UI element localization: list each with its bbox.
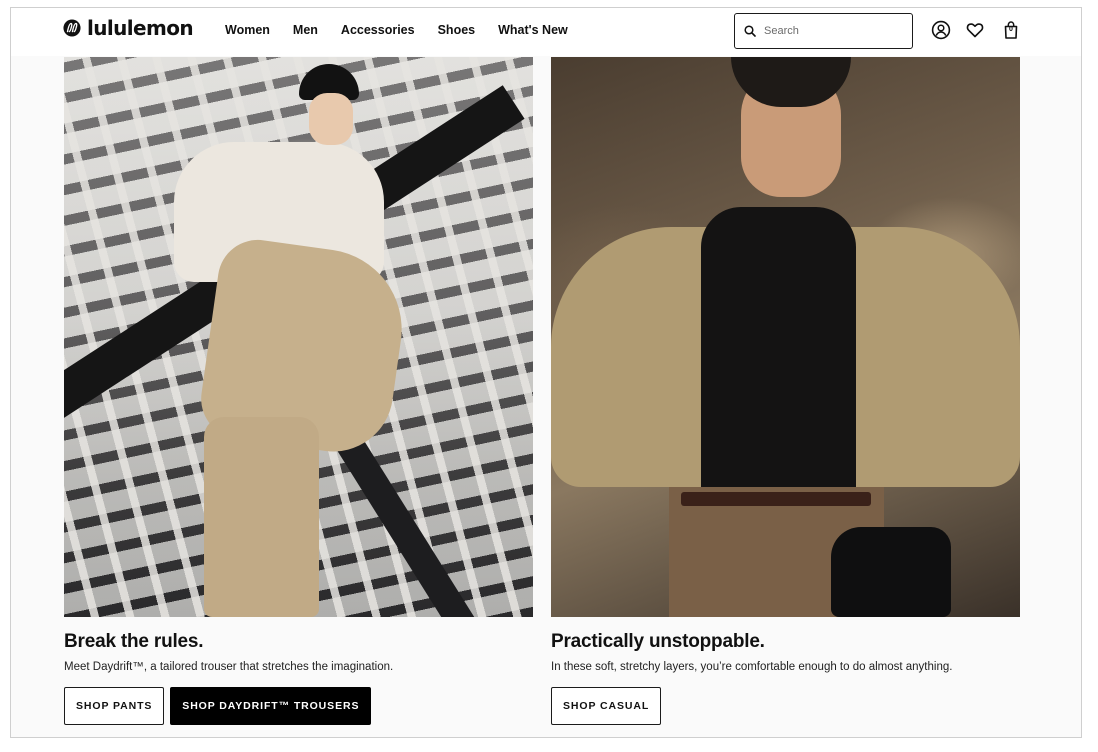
figure-trouser-leg-shape bbox=[204, 417, 319, 617]
logo[interactable]: lululemon bbox=[63, 16, 194, 40]
promo-image-bomber-jacket[interactable] bbox=[551, 57, 1020, 617]
logo-wordmark: lululemon bbox=[87, 16, 194, 40]
shop-casual-button[interactable]: SHOP CASUAL bbox=[551, 687, 662, 725]
promo-image-escalator[interactable] bbox=[64, 57, 533, 617]
lululemon-logo-icon bbox=[63, 19, 81, 37]
promo-title: Break the rules. bbox=[64, 631, 204, 652]
search-icon bbox=[744, 25, 756, 37]
promo-card-left: Break the rules. Meet Daydrift™, a tailo… bbox=[64, 57, 533, 725]
promo-title: Practically unstoppable. bbox=[551, 631, 765, 652]
figure-bag-shape bbox=[831, 527, 951, 617]
promo-cta-row: SHOP CASUAL bbox=[551, 687, 1020, 725]
promo-cta-row: SHOP PANTS SHOP DAYDRIFT™ TROUSERS bbox=[64, 687, 533, 725]
nav-item-accessories[interactable]: Accessories bbox=[341, 23, 415, 37]
figure-belt-shape bbox=[681, 492, 871, 506]
nav-item-men[interactable]: Men bbox=[293, 23, 318, 37]
figure-turtleneck-shape bbox=[701, 207, 856, 507]
main-nav: Women Men Accessories Shoes What's New bbox=[225, 23, 591, 37]
browser-viewport: lululemon Women Men Accessories Shoes Wh… bbox=[10, 7, 1082, 738]
promo-description: In these soft, stretchy layers, you’re c… bbox=[551, 661, 953, 673]
account-icon bbox=[931, 20, 951, 40]
site-header: lululemon Women Men Accessories Shoes Wh… bbox=[11, 8, 1081, 56]
promo-description: Meet Daydrift™, a tailored trouser that … bbox=[64, 661, 394, 673]
shop-pants-button[interactable]: SHOP PANTS bbox=[64, 687, 165, 725]
nav-item-women[interactable]: Women bbox=[225, 23, 270, 37]
search-box[interactable] bbox=[734, 13, 913, 49]
shop-daydrift-trousers-button[interactable]: SHOP DAYDRIFT™ TROUSERS bbox=[170, 687, 372, 725]
heart-icon bbox=[966, 23, 984, 38]
account-button[interactable] bbox=[931, 20, 951, 40]
wishlist-button[interactable] bbox=[965, 20, 985, 40]
nav-item-whats-new[interactable]: What's New bbox=[498, 23, 568, 37]
promo-card-right: Practically unstoppable. In these soft, … bbox=[551, 57, 1020, 725]
figure-face-shape bbox=[309, 93, 353, 145]
bag-button[interactable]: 0 bbox=[1001, 20, 1021, 40]
nav-item-shoes[interactable]: Shoes bbox=[438, 23, 476, 37]
search-input[interactable] bbox=[764, 25, 904, 37]
bag-count-badge: 0 bbox=[1009, 26, 1013, 33]
